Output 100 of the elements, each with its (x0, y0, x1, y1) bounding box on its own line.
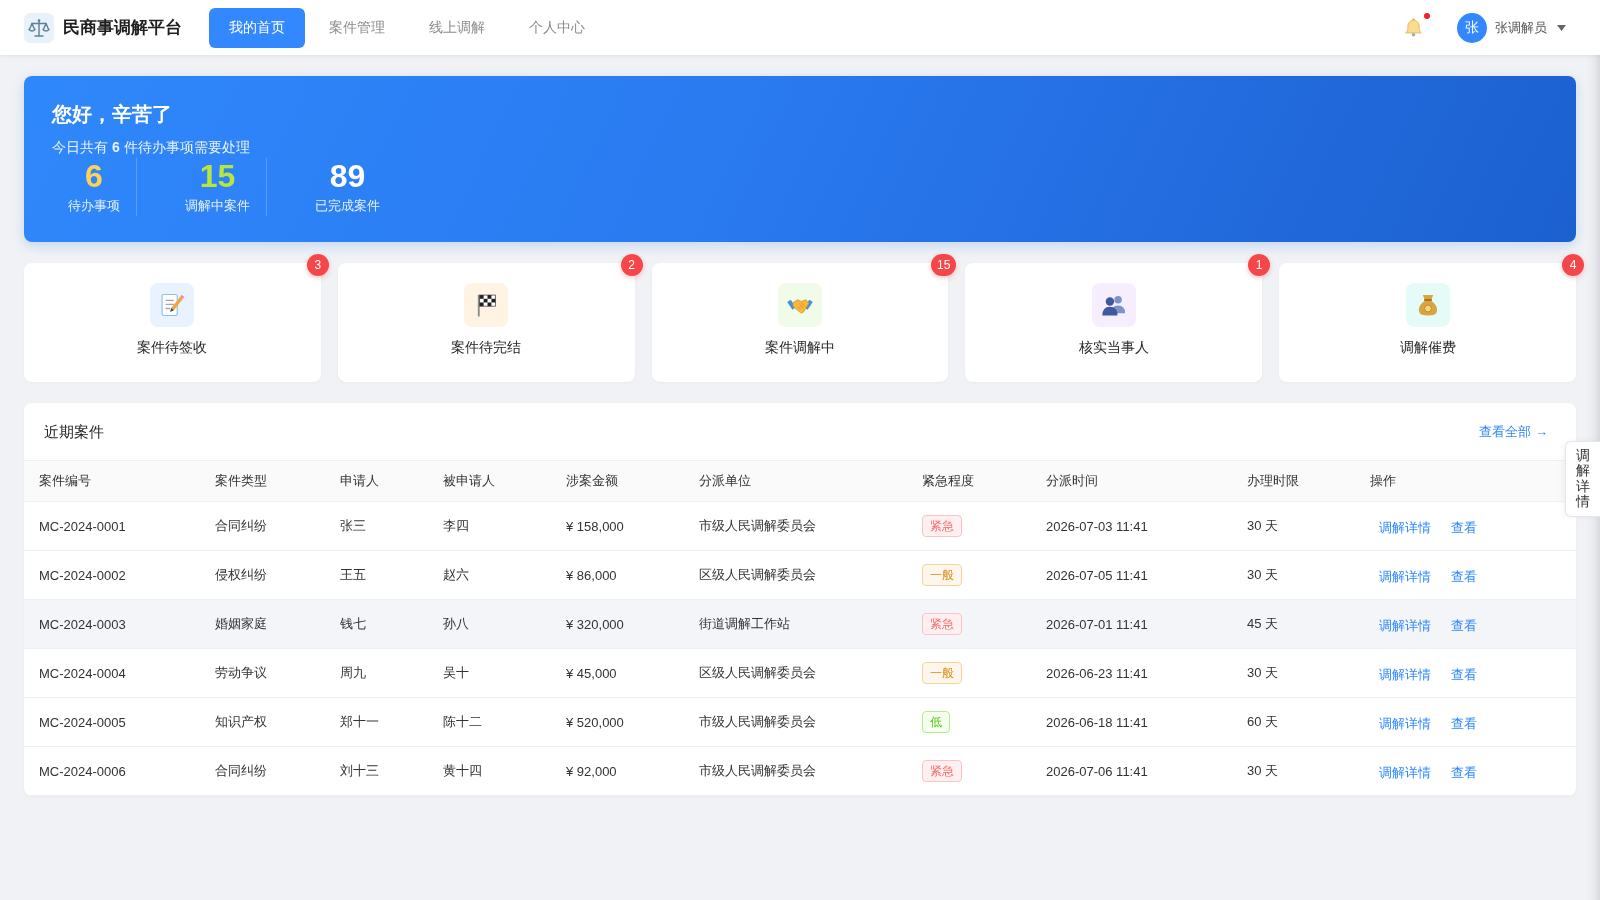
table-cell: 30 天 (1232, 746, 1355, 796)
count-badge: 4 (1562, 254, 1584, 276)
action-link[interactable]: 查看 (1442, 615, 1486, 637)
urgency-tag: 紧急 (922, 515, 962, 537)
action-link[interactable]: 查看 (1442, 664, 1486, 686)
table-cell: 合同纠纷 (200, 501, 325, 551)
action-link[interactable]: 查看 (1442, 566, 1486, 588)
user-name[interactable]: 张调解员 (1495, 18, 1547, 37)
urgency-tag: 一般 (922, 564, 962, 586)
shortcut-label: 调解催费 (1399, 338, 1456, 357)
table-cell: 市级人民调解委员会 (684, 746, 907, 796)
column-header: 案件编号 (24, 460, 200, 502)
scales-logo-icon (24, 12, 54, 43)
column-header: 办理时限 (1232, 460, 1355, 502)
table-cell: 30 天 (1232, 501, 1355, 551)
table-cell: 区级人民调解委员会 (684, 550, 907, 600)
nav-tab[interactable]: 线上调解 (409, 7, 505, 48)
table-cell: 2026-07-01 11:41 (1031, 599, 1232, 649)
table-cell: 孙八 (428, 599, 551, 649)
action-link[interactable]: 调解详情 (1370, 615, 1440, 637)
stat-label: 待办事项 (68, 197, 120, 215)
panel-title: 近期案件 (44, 422, 104, 442)
table-cell: 张三 (325, 501, 428, 551)
table-cell: 2026-07-03 11:41 (1031, 501, 1232, 551)
user-avatar[interactable]: 张 (1457, 12, 1487, 43)
view-all-link[interactable]: 查看全部 → (1479, 422, 1548, 441)
table-cell: 刘十三 (325, 746, 428, 796)
summary-text: 今日共有 6 件待办事项需要处理 (52, 138, 251, 157)
table-cell: MC-2024-0001 (24, 501, 200, 551)
count-badge: 1 (1248, 254, 1271, 276)
shortcut-label: 案件待签收 (137, 338, 208, 357)
table-cell: 2026-06-23 11:41 (1031, 648, 1232, 698)
greeting-title: 您好，辛苦了 (52, 102, 173, 127)
table-cell: 街道调解工作站 (684, 599, 907, 649)
table-cell: ¥ 158,000 (551, 501, 684, 551)
table-cell: 2026-07-05 11:41 (1031, 550, 1232, 600)
app-title: 民商事调解平台 (63, 17, 182, 39)
table-cell: 陈十二 (428, 697, 551, 747)
column-header: 分派时间 (1031, 460, 1232, 502)
table-cell: MC-2024-0006 (24, 746, 200, 796)
column-header: 涉案金额 (551, 460, 684, 502)
action-link[interactable]: 查看 (1442, 762, 1486, 784)
table-cell: 王五 (325, 550, 428, 600)
nav-tab[interactable]: 案件管理 (309, 7, 405, 48)
column-header: 案件类型 (200, 460, 325, 502)
table-cell: 赵六 (428, 550, 551, 600)
action-link[interactable]: 调解详情 (1370, 664, 1440, 686)
nav-tab[interactable]: 我的首页 (209, 7, 305, 48)
stat-value: 6 (84, 158, 104, 194)
stat-value: 15 (198, 158, 237, 194)
stat-label: 调解中案件 (185, 197, 250, 215)
nav-tab[interactable]: 个人中心 (509, 7, 605, 48)
column-header: 紧急程度 (907, 460, 1031, 502)
action-link[interactable]: 调解详情 (1370, 566, 1440, 588)
urgency-tag: 低 (922, 711, 950, 733)
caret-icon[interactable] (1557, 24, 1566, 31)
table-cell: 李四 (428, 501, 551, 551)
table-cell: 60 天 (1232, 697, 1355, 747)
table-cell: ¥ 320,000 (551, 599, 684, 649)
table-cell: 郑十一 (325, 697, 428, 747)
count-badge: 3 (306, 254, 329, 276)
urgency-tag: 紧急 (922, 760, 962, 782)
table-cell: ¥ 86,000 (551, 550, 684, 600)
table-cell: 合同纠纷 (200, 746, 325, 796)
table-cell: MC-2024-0002 (24, 550, 200, 600)
table-cell: 2026-06-18 11:41 (1031, 697, 1232, 747)
table-cell: ¥ 520,000 (551, 697, 684, 747)
table-cell: 30 天 (1232, 648, 1355, 698)
table-cell: 30 天 (1232, 550, 1355, 600)
column-header: 分派单位 (684, 460, 907, 502)
table-cell: 45 天 (1232, 599, 1355, 649)
action-link[interactable]: 调解详情 (1370, 762, 1440, 784)
stat-value: 89 (328, 158, 367, 194)
shortcut-label: 案件待完结 (451, 338, 522, 357)
table-cell: ¥ 45,000 (551, 648, 684, 698)
table-cell: 钱七 (325, 599, 428, 649)
stat-label: 已完成案件 (315, 197, 380, 215)
table-cell: 2026-07-06 11:41 (1031, 746, 1232, 796)
table-cell: ¥ 92,000 (551, 746, 684, 796)
table-cell: 婚姻家庭 (200, 599, 325, 649)
urgency-tag: 紧急 (922, 613, 962, 635)
count-badge: 2 (620, 254, 643, 276)
shortcut-label: 核实当事人 (1078, 338, 1149, 357)
action-link[interactable]: 查看 (1442, 713, 1486, 735)
table-cell: 市级人民调解委员会 (684, 697, 907, 747)
urgency-tag: 一般 (922, 662, 962, 684)
column-header: 被申请人 (428, 460, 551, 502)
action-link[interactable]: 调解详情 (1370, 713, 1440, 735)
action-link[interactable]: 调解详情 (1370, 517, 1440, 539)
column-header: 申请人 (325, 460, 428, 502)
table-cell: 侵权纠纷 (200, 550, 325, 600)
table-cell: MC-2024-0004 (24, 648, 200, 698)
action-link[interactable]: 查看 (1442, 517, 1486, 539)
table-cell: 劳动争议 (200, 648, 325, 698)
table-cell: 黄十四 (428, 746, 551, 796)
table-cell: MC-2024-0005 (24, 697, 200, 747)
table-cell: MC-2024-0003 (24, 599, 200, 649)
table-cell: 周九 (325, 648, 428, 698)
side-tab[interactable]: 调解详情 (1565, 441, 1600, 517)
table-cell: 区级人民调解委员会 (684, 648, 907, 698)
